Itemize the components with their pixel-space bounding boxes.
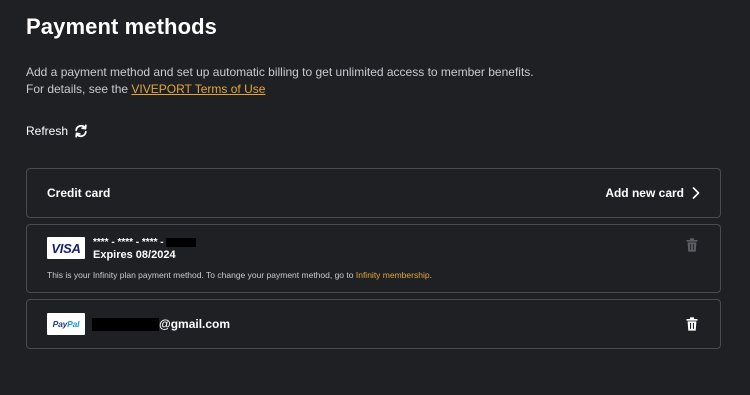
refresh-label: Refresh	[26, 124, 69, 138]
paypal-logo: PayPal	[47, 313, 85, 335]
description-line-2-prefix: For details, see the	[26, 82, 132, 96]
card-note-prefix: This is your Infinity plan payment metho…	[47, 270, 356, 280]
trash-icon	[686, 238, 698, 252]
trash-icon	[686, 317, 698, 331]
paypal-item: PayPal @gmail.com	[26, 299, 721, 349]
add-new-card-label: Add new card	[605, 186, 684, 200]
paypal-logo-part1: Pay	[52, 319, 68, 329]
page-description: Add a payment method and set up automati…	[26, 64, 534, 98]
delete-paypal-button[interactable]	[686, 317, 698, 331]
card-number: **** - **** - **** -	[93, 237, 196, 248]
terms-of-use-link[interactable]: VIVEPORT Terms of Use	[131, 82, 265, 96]
paypal-email-suffix: @gmail.com	[159, 317, 231, 331]
description-line-1: Add a payment method and set up automati…	[26, 65, 534, 79]
credit-card-item: VISA **** - **** - **** - Expires 08/202…	[26, 224, 721, 293]
refresh-icon	[74, 124, 88, 138]
visa-logo: VISA	[47, 237, 85, 259]
visa-logo-text: VISA	[51, 240, 81, 256]
card-number-masked: **** - **** - **** -	[93, 237, 164, 248]
card-note: This is your Infinity plan payment metho…	[47, 270, 432, 280]
chevron-right-icon	[692, 187, 700, 199]
refresh-button[interactable]: Refresh	[26, 124, 88, 138]
delete-card-button[interactable]	[686, 238, 698, 252]
redacted-email-user	[92, 317, 159, 331]
add-new-card-button[interactable]: Add new card	[605, 186, 700, 200]
credit-card-section-header: Credit card Add new card	[26, 168, 721, 218]
card-expiry: Expires 08/2024	[93, 249, 176, 261]
description-line-2: For details, see the VIVEPORT Terms of U…	[26, 81, 534, 98]
paypal-logo-part2: Pal	[67, 319, 80, 329]
paypal-email: @gmail.com	[92, 317, 230, 331]
infinity-membership-link[interactable]: Infinity membership	[356, 270, 430, 280]
redacted-card-digits	[165, 238, 196, 247]
card-note-suffix: .	[429, 270, 432, 280]
page-title: Payment methods	[26, 14, 217, 39]
credit-card-label: Credit card	[47, 186, 111, 200]
